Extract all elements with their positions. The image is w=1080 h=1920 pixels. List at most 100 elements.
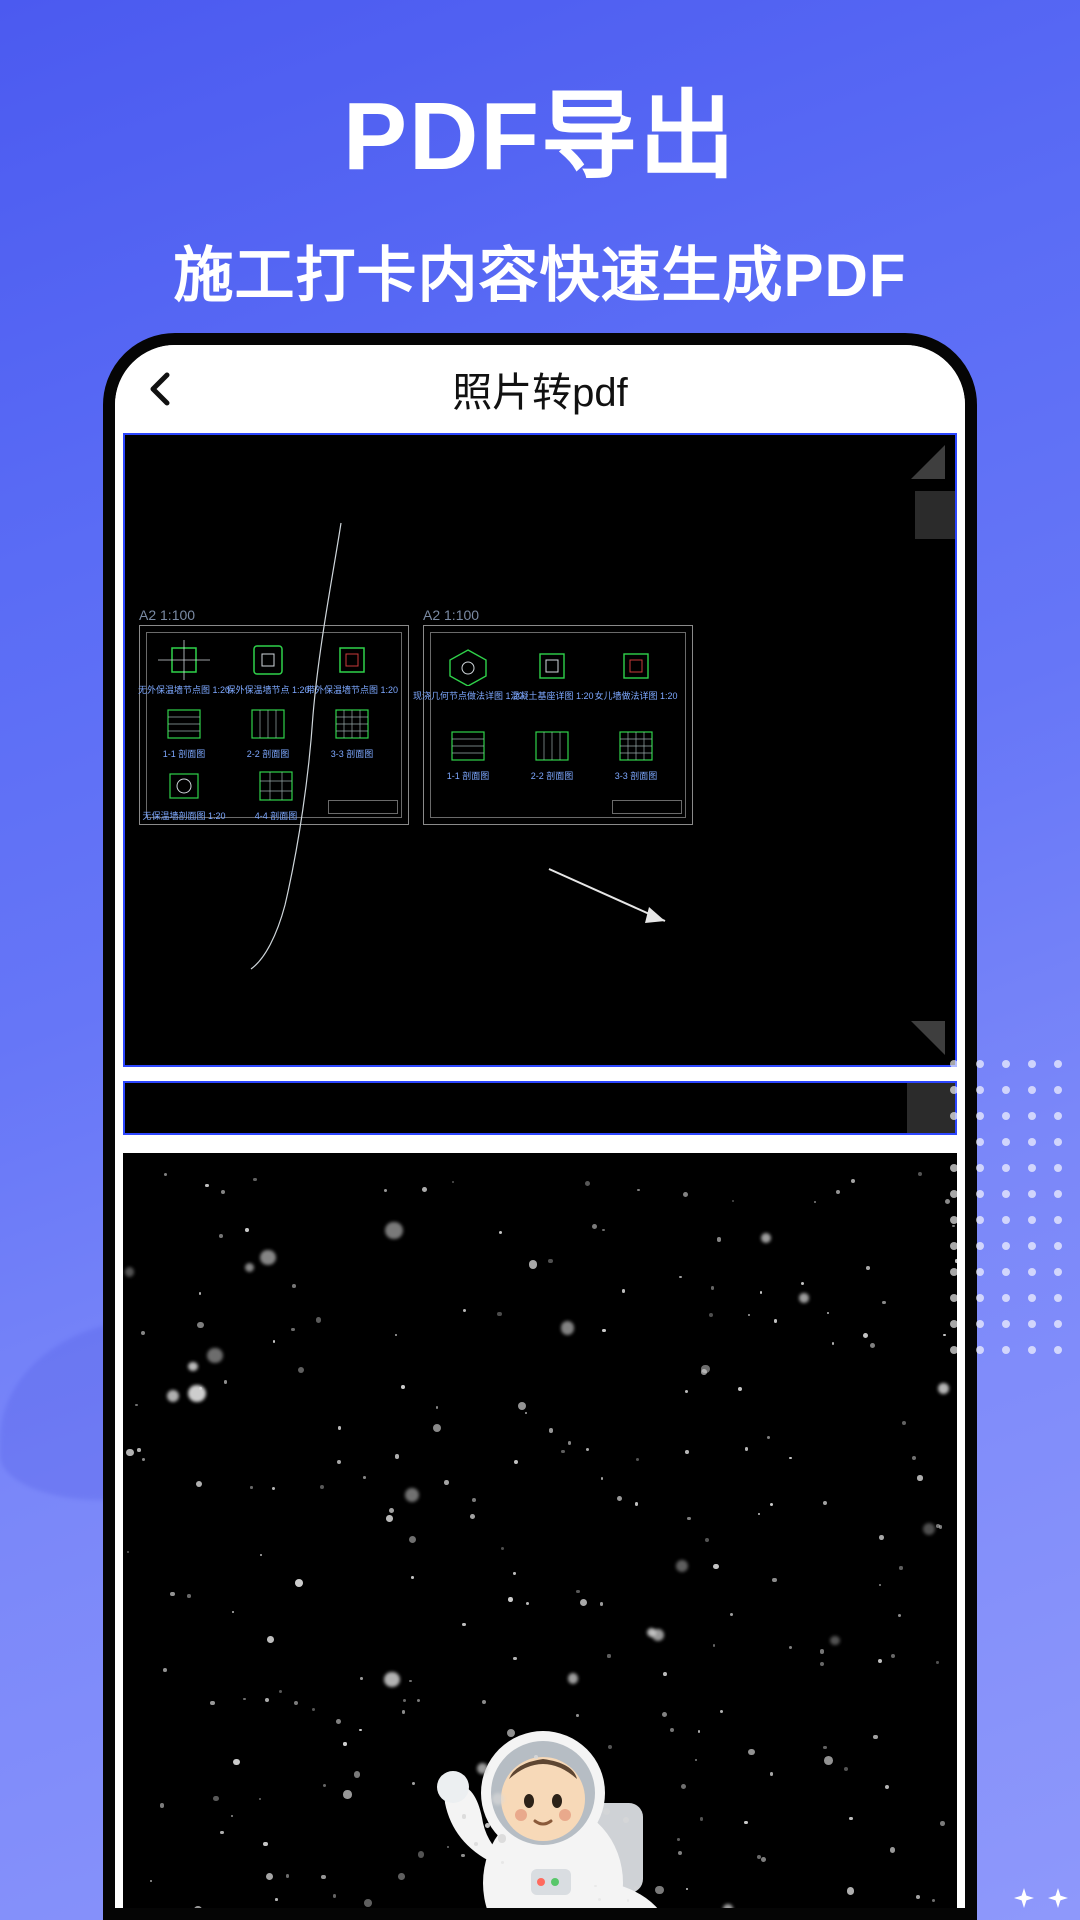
star-decor [940,1821,945,1826]
star-decor [824,1756,833,1765]
star-decor [600,1602,603,1605]
star-decor [636,1458,639,1461]
star-decor [873,1735,878,1740]
star-decor [650,1915,667,1920]
star-decor [199,1292,202,1295]
star-decor [384,1672,400,1688]
corner-handle-bottom-right[interactable] [911,1021,945,1055]
back-button[interactable] [143,371,179,407]
star-decor [386,1515,393,1522]
star-decor [586,1448,589,1451]
star-decor [260,1554,262,1556]
star-decor [316,1317,322,1323]
star-decor [549,1428,553,1432]
star-decor [312,1708,315,1711]
star-decor [713,1644,715,1646]
star-decor [770,1772,773,1775]
star-decor [678,1851,682,1855]
star-decor [936,1524,940,1528]
star-decor [772,1578,777,1583]
star-decor [243,1698,245,1700]
star-decor [422,1187,427,1192]
star-decor [359,1729,362,1732]
star-decor [337,1460,341,1464]
star-decor [418,1851,425,1858]
app-header: 照片转pdf [115,345,965,433]
star-decor [623,1817,629,1823]
star-decor [409,1536,416,1543]
star-decor [295,1579,303,1587]
star-decor [160,1803,165,1808]
document-preview-space[interactable] [123,1153,957,1920]
star-decor [898,1614,901,1617]
star-decor [412,1782,415,1785]
star-decor [343,1790,351,1798]
document-preview-strip[interactable] [123,1081,957,1135]
star-decor [607,1654,610,1657]
star-decor [403,1699,406,1702]
star-decor [938,1383,949,1394]
star-decor [210,1701,214,1705]
star-decor [286,1874,290,1878]
star-decor [279,1690,283,1694]
cad-detail: 2-2 剖面图 [526,726,578,766]
star-decor [188,1362,198,1372]
cad-detail: 3-3 剖面图 [610,726,662,766]
star-decor [231,1815,233,1817]
star-decor [705,1538,709,1542]
star-decor [333,1894,337,1898]
star-decor [360,1677,363,1680]
document-preview-cad[interactable]: A2 1:100 A2 1:100 无外保温墙节点图 1:20 保外保温墙节点 … [123,433,957,1067]
star-decor [259,1798,262,1801]
star-decor [135,1404,137,1406]
star-decor [767,1436,770,1439]
star-decor [294,1701,298,1705]
star-decor [501,1547,504,1550]
star-decor [866,1266,870,1270]
star-decor [469,1912,473,1916]
star-decor [275,1898,278,1901]
star-decor [141,1331,145,1335]
annotation-scribble [221,515,441,975]
star-decor [384,1189,387,1192]
star-decor [789,1457,792,1460]
star-decor [518,1402,526,1410]
star-decor [568,1673,579,1684]
star-decor [205,1184,208,1187]
star-decor [498,1834,507,1843]
star-decor [801,1282,804,1285]
star-decor [761,1233,771,1243]
star-decor [207,1348,222,1363]
star-decor [602,1329,605,1332]
star-decor [711,1286,714,1289]
star-decor [738,1387,742,1391]
star-decor [561,1450,564,1453]
star-decor [917,1475,922,1480]
star-decor [760,1291,763,1294]
star-decor [717,1237,722,1242]
star-decor [902,1421,906,1425]
star-decor [127,1551,129,1553]
star-decor [447,1846,449,1848]
star-decor [676,1560,688,1572]
star-decor [789,1646,793,1650]
star-decor [878,1659,882,1663]
star-decor [514,1460,518,1464]
star-decor [417,1699,420,1702]
star-decor [245,1228,249,1232]
cad-detail: 女儿墙做法详图 1:20 [610,646,662,686]
cad-detail: 1-1 剖面图 [442,726,494,766]
star-decor [701,1369,707,1375]
star-decor [470,1514,475,1519]
star-decor [713,1564,719,1570]
star-decor [890,1847,896,1853]
star-decor [253,1178,257,1182]
star-decor [499,1231,502,1234]
corner-handle-top-right[interactable] [911,445,945,479]
star-decor [245,1263,254,1272]
annotation-arrow [545,865,695,945]
star-decor [683,1192,688,1197]
star-decor [687,1517,691,1521]
star-decor [580,1599,587,1606]
star-decor [364,1899,372,1907]
